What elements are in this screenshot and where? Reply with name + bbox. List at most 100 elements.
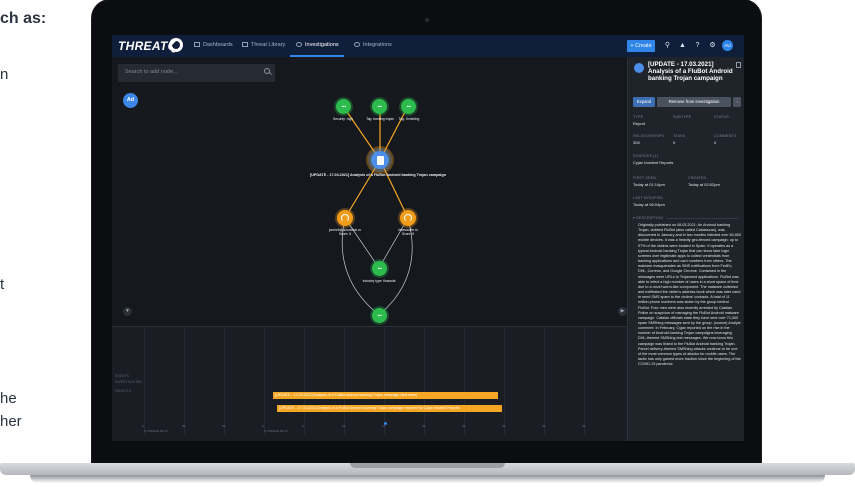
background-text-5: her: [0, 413, 22, 430]
timeline-event-reported[interactable]: [UPDATE - 17.03.2021] Analysis of a FluB…: [277, 405, 502, 412]
open-document-icon[interactable]: [736, 62, 741, 68]
background-text-2: n: [0, 66, 9, 83]
notification-bell-icon[interactable]: ▲: [678, 41, 687, 50]
remove-from-investigation-button[interactable]: Remove from investigation: [657, 97, 731, 107]
description-divider: [666, 218, 738, 219]
timeline-date-start: 17 MARCH 00:13: [144, 429, 168, 433]
more-dots-icon: ...: [406, 101, 411, 109]
timeline-tick: 35: [542, 424, 546, 428]
app-screen: THREATQ Dashboards Threat Library Invest…: [112, 35, 744, 441]
base-notch: [350, 463, 505, 468]
timeline-tick: 20: [422, 424, 426, 428]
timeline-row-objects: OBJECTS: [115, 389, 132, 393]
timeline-gridline: [144, 327, 145, 435]
timeline-row-events: EVENTS: [115, 374, 129, 378]
node-industry-financial[interactable]: ...: [372, 261, 387, 276]
node-tag-smishing[interactable]: ...: [401, 99, 416, 114]
timeline-tick: 50: [182, 424, 186, 428]
timeline-tick: 25: [462, 424, 466, 428]
edge-a2-fin: [378, 217, 409, 269]
nav-dashboards[interactable]: Dashboards: [194, 42, 233, 48]
timeline-event-first-seen[interactable]: [UPDATE - 17.03.2021] Analysis of a FluB…: [273, 392, 498, 399]
user-avatar[interactable]: AU: [722, 40, 733, 51]
node-actor-1[interactable]: [337, 210, 353, 226]
timeline-date-end: 17 MARCH 00:14: [264, 429, 288, 433]
node-actor-1-score: Score: 8: [338, 232, 352, 236]
node-industry-it[interactable]: ...: [372, 308, 387, 323]
graph-collapse-left-arrow[interactable]: ▼: [123, 307, 132, 316]
search-icon[interactable]: ⚲: [663, 41, 672, 50]
timeline-gridline: [384, 327, 385, 435]
comments-label: COMMENTS: [714, 134, 737, 138]
graph-icon: [296, 42, 302, 47]
created-value: Today at 02:02pm: [688, 182, 720, 187]
node-security[interactable]: ...: [336, 99, 351, 114]
background-text-3: t: [0, 276, 5, 293]
more-dots-icon: ...: [377, 310, 382, 318]
status-label: STATUS: [714, 115, 729, 119]
first-seen-label: FIRST SEEN: [633, 176, 657, 180]
description-toggle[interactable]: ▾ DESCRIPTION: [633, 216, 663, 220]
adversary-icon: [404, 214, 412, 222]
background-text-1: ch as:: [0, 10, 47, 27]
nav-investigations-label: Investigations: [305, 42, 339, 48]
node-report[interactable]: [371, 151, 389, 169]
settings-gear-icon[interactable]: ⚙: [708, 41, 717, 50]
more-dots-icon: ...: [377, 101, 382, 109]
expand-button[interactable]: Expand: [633, 97, 655, 107]
nav-threat-library[interactable]: Threat Library: [242, 42, 285, 48]
first-seen-value: Today at 01:14pm: [633, 182, 665, 187]
panel-title: [UPDATE - 17.03.2021] Analysis of a FluB…: [648, 61, 733, 82]
investigation-graph[interactable]: ... Security: high ... Tag: banking troj…: [112, 57, 627, 332]
timeline-tick: 15: [382, 424, 386, 428]
created-label: CREATED: [688, 176, 707, 180]
more-dots-icon: ...: [377, 263, 382, 271]
laptop-base: [0, 463, 855, 487]
comments-value[interactable]: 0: [714, 140, 716, 145]
integrations-icon: [354, 42, 360, 47]
node-actor-2-score: Score: 8: [401, 232, 415, 236]
timeline-gridline: [464, 327, 465, 435]
node-tag-banking-label: Tag: banking trojan: [366, 117, 394, 121]
sources-count: 1: [654, 154, 657, 158]
node-tag-banking[interactable]: ...: [372, 99, 387, 114]
last-modified-label: LAST MODIFIED: [633, 196, 664, 200]
timeline-tick: 5: [142, 424, 144, 428]
nav-integrations[interactable]: Integrations: [354, 42, 392, 48]
tasks-value[interactable]: 0: [673, 140, 675, 145]
relationships-value[interactable]: 305: [633, 140, 640, 145]
type-value: Report: [633, 121, 646, 126]
library-icon: [242, 42, 248, 47]
node-report-label: [UPDATE - 17.03.2021] Analysis of a FluB…: [310, 173, 446, 177]
nav-threat-library-label: Threat Library: [251, 42, 286, 48]
node-industry-financial-label: Industry type: financial: [362, 279, 396, 283]
node-tag-smishing-label: Tag: Smishing: [398, 117, 420, 121]
edge-actor2: [379, 159, 409, 219]
type-label: TYPE: [633, 115, 644, 119]
timeline-tick: 5: [302, 424, 304, 428]
top-navigation: THREATQ Dashboards Threat Library Invest…: [112, 35, 744, 57]
more-dots-icon: ...: [341, 101, 346, 109]
timeline-gridline: [184, 327, 185, 435]
description-text: Originally published on 08.03.2021: An A…: [638, 223, 741, 367]
timeline-tick: 40: [582, 424, 586, 428]
report-document-icon: [376, 155, 384, 165]
more-options-button[interactable]: ⋮: [733, 97, 741, 107]
timeline[interactable]: EVENTS INVESTIGATION OBJECTS [UPDATE - 1…: [112, 326, 627, 441]
nav-investigations[interactable]: Investigations: [296, 42, 339, 48]
graph-edges: [341, 105, 413, 316]
sources-label: SOURCES (1): [633, 154, 659, 158]
tasks-label: TASKS: [673, 134, 686, 138]
sources-value[interactable]: Cyjax Incident Reports: [633, 160, 673, 165]
report-type-icon: [634, 63, 644, 73]
node-actor-2[interactable]: [400, 210, 416, 226]
nav-dashboards-label: Dashboards: [203, 42, 233, 48]
timeline-tick: 30: [502, 424, 506, 428]
timeline-gridline: [504, 327, 505, 435]
graph-expand-right-arrow[interactable]: ▶: [618, 307, 627, 316]
help-icon[interactable]: ?: [693, 41, 702, 50]
create-button[interactable]: + Create: [627, 40, 655, 52]
laptop-camera: [425, 18, 429, 22]
base-shadow: [30, 475, 825, 483]
relationships-label: RELATIONSHIPS: [633, 134, 665, 138]
